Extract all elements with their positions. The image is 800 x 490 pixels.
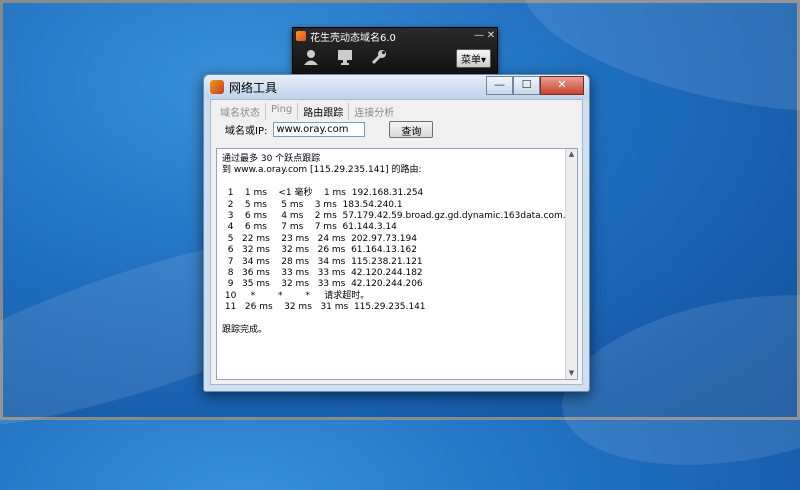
mini-window-title: 花生壳动态域名6.0 (310, 32, 396, 44)
tab-domain-status[interactable]: 域名状态 (215, 103, 266, 120)
trace-output-line (222, 177, 563, 188)
tab-connection-analysis[interactable]: 连接分析 (349, 103, 399, 120)
trace-output-line: 跟踪完成。 (222, 325, 268, 336)
close-icon[interactable]: ✕ (485, 30, 497, 42)
trace-output-line (222, 314, 563, 325)
window-title: 网络工具 (229, 80, 278, 95)
scroll-down-icon[interactable]: ▼ (566, 368, 577, 379)
menu-button[interactable]: 菜单▾ (455, 48, 491, 68)
mini-titlebar[interactable]: 花生壳动态域名6.0 — ✕ (293, 28, 497, 44)
oray-logo-icon (296, 31, 306, 41)
window-titlebar[interactable]: 网络工具 — ☐ ✕ (204, 75, 589, 99)
host-input[interactable] (273, 122, 366, 137)
user-icon[interactable] (301, 48, 321, 68)
trace-output-line: 到 www.a.oray.com [115.29.235.141] 的路由: (222, 165, 422, 176)
query-row: 域名或IP: 查询 (225, 121, 434, 138)
trace-output-line: 7 34 ms 28 ms 34 ms 115.238.21.121 (222, 256, 423, 267)
trace-output-line: 2 5 ms 5 ms 3 ms 183.54.240.1 (222, 199, 403, 210)
trace-output-line: 3 6 ms 4 ms 2 ms 57.179.42.59.broad.gz.g… (222, 211, 578, 222)
trace-output-line: 9 35 ms 32 ms 33 ms 42.120.244.206 (222, 279, 423, 290)
monitor-icon[interactable] (335, 48, 355, 68)
tab-ping[interactable]: Ping (266, 103, 299, 120)
trace-output-line: 4 6 ms 7 ms 7 ms 61.144.3.14 (222, 222, 397, 233)
oray-mini-window[interactable]: 花生壳动态域名6.0 — ✕ 菜单▾ (292, 27, 498, 77)
maximize-button[interactable]: ☐ (513, 76, 540, 95)
trace-output-text: 通过最多 30 个跃点跟踪到 www.a.oray.com [115.29.23… (222, 154, 578, 337)
trace-output-line: 11 26 ms 32 ms 31 ms 115.29.235.141 (222, 302, 426, 313)
query-button[interactable]: 查询 (389, 121, 434, 138)
close-button[interactable]: ✕ (540, 76, 584, 95)
tool-tabs: 域名状态 Ping 路由跟踪 连接分析 (215, 103, 399, 120)
scroll-up-icon[interactable]: ▲ (566, 149, 577, 160)
trace-output-line: 通过最多 30 个跃点跟踪 (222, 154, 321, 164)
window-client-area: 域名状态 Ping 路由跟踪 连接分析 域名或IP: 查询 通过最多 30 个跃… (210, 99, 583, 385)
minimize-button[interactable]: — (486, 76, 513, 95)
trace-output-line: 10 * * * 请求超时。 (222, 290, 370, 301)
network-tools-window[interactable]: 网络工具 — ☐ ✕ 域名状态 Ping 路由跟踪 连接分析 域名或IP: 查询… (203, 74, 590, 392)
trace-output-box[interactable]: 通过最多 30 个跃点跟踪到 www.a.oray.com [115.29.23… (216, 148, 578, 380)
trace-output-line: 5 22 ms 23 ms 24 ms 202.97.73.194 (222, 233, 417, 244)
host-label: 域名或IP: (225, 126, 268, 137)
trace-output-line: 1 1 ms <1 毫秒 1 ms 192.168.31.254 (222, 188, 424, 199)
caption-buttons: — ☐ ✕ (486, 76, 584, 95)
minimize-icon[interactable]: — (473, 30, 485, 42)
trace-output-line: 8 36 ms 33 ms 33 ms 42.120.244.182 (222, 268, 423, 279)
mini-toolbar: 菜单▾ (293, 44, 497, 72)
trace-output-line: 6 32 ms 32 ms 26 ms 61.164.13.162 (222, 245, 417, 256)
oray-app-icon (210, 80, 224, 94)
tab-traceroute[interactable]: 路由跟踪 (298, 103, 350, 120)
vertical-scrollbar[interactable]: ▲ ▼ (565, 149, 577, 379)
wrench-icon[interactable] (369, 48, 389, 68)
